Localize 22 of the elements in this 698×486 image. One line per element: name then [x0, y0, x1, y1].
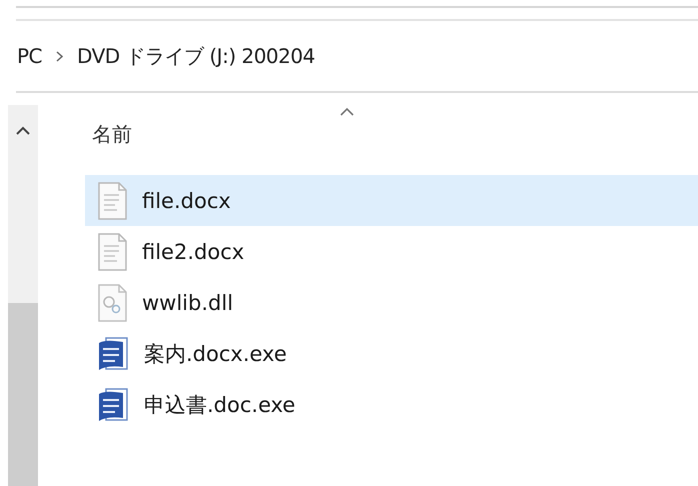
file-name: 申込書.doc.exe: [144, 392, 296, 418]
scrollbar[interactable]: [8, 105, 38, 486]
file-row[interactable]: file.docx: [85, 175, 698, 226]
document-icon: [97, 182, 128, 220]
file-row[interactable]: 案内.docx.exe: [85, 328, 698, 379]
breadcrumb-item[interactable]: PC: [17, 44, 42, 68]
file-row[interactable]: 申込書.doc.exe: [85, 379, 698, 430]
column-header[interactable]: 名前: [92, 120, 132, 148]
file-row[interactable]: wwlib.dll: [85, 277, 698, 328]
scroll-up-icon[interactable]: [16, 126, 30, 135]
scrollbar-thumb[interactable]: [8, 303, 38, 486]
chevron-right-icon: [56, 50, 64, 62]
file-name: wwlib.dll: [142, 290, 234, 314]
word-document-icon: [97, 386, 130, 422]
word-document-icon: [97, 336, 130, 372]
file-name: 案内.docx.exe: [144, 340, 287, 368]
document-icon: [97, 232, 128, 270]
gear-file-icon: [97, 284, 128, 322]
file-name: file.docx: [142, 188, 231, 212]
file-name: file2.docx: [142, 240, 244, 264]
breadcrumb-item[interactable]: DVD ドライブ (J:) 200204: [77, 42, 315, 70]
file-row[interactable]: file2.docx: [85, 226, 698, 277]
